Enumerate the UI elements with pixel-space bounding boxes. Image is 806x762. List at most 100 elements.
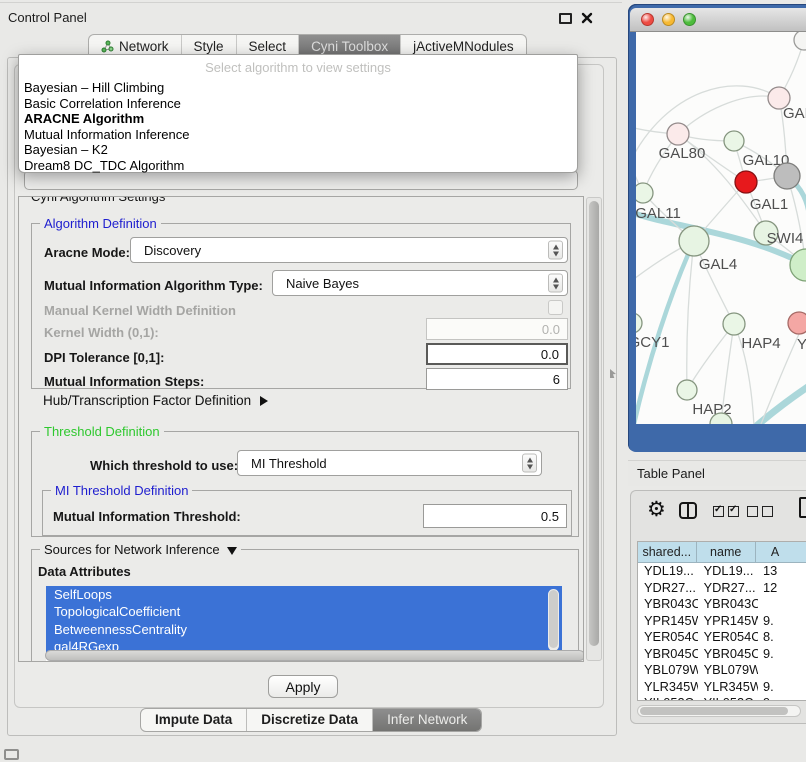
close-panel-button[interactable] xyxy=(581,11,593,23)
node-gcy1[interactable] xyxy=(636,313,642,333)
table-cell[interactable]: YIL052C xyxy=(638,695,698,701)
table-cell[interactable]: YLR345W xyxy=(638,679,698,696)
table-cell[interactable]: 9. xyxy=(758,695,806,701)
table-cell[interactable]: YPR145W xyxy=(638,613,698,630)
network-edge[interactable] xyxy=(687,324,734,390)
algorithm-option[interactable]: Mutual Information Inference xyxy=(23,127,573,143)
table-cell[interactable]: 8. xyxy=(758,629,806,646)
table-cell[interactable]: YLR345W xyxy=(698,679,758,696)
network-edge[interactable] xyxy=(636,86,779,162)
network-edge[interactable] xyxy=(678,96,779,134)
table-cell[interactable]: YER054C xyxy=(698,629,758,646)
table-row[interactable]: YDR27...YDR27...12 xyxy=(638,580,806,597)
table-row[interactable]: YPR145WYPR145W9. xyxy=(638,613,806,630)
table-cell[interactable]: YER054C xyxy=(638,629,698,646)
network-window-titlebar[interactable] xyxy=(630,8,806,32)
network-canvas[interactable]: GALGAL80GAL10GAL11GAL1GAL4SWI4GCY1HAP4YH… xyxy=(636,32,806,424)
table-cell[interactable]: YIL052C xyxy=(698,695,758,701)
minimized-panel-icon[interactable] xyxy=(4,749,19,760)
table-row[interactable]: YBR045CYBR045C9. xyxy=(638,646,806,663)
node-hap2[interactable] xyxy=(677,380,697,400)
unchecked-box-icon xyxy=(747,506,758,517)
node-gal10[interactable] xyxy=(724,131,744,151)
column-header[interactable]: name xyxy=(697,542,756,562)
table-row[interactable]: YIL052CYIL052C9. xyxy=(638,695,806,701)
manual-kernel-checkbox[interactable] xyxy=(548,300,563,315)
tab-impute-data[interactable]: Impute Data xyxy=(141,709,246,731)
table-cell[interactable]: YBR043C xyxy=(638,596,698,613)
node-gray[interactable] xyxy=(774,163,800,189)
network-edge[interactable] xyxy=(687,241,694,390)
attributes-scrollbar-thumb[interactable] xyxy=(549,590,558,648)
table-cell[interactable]: 13 xyxy=(758,563,806,580)
apply-button[interactable]: Apply xyxy=(268,675,338,698)
table-cell[interactable]: YBL079W xyxy=(698,662,758,679)
table-row[interactable]: YDL19...YDL19...13 xyxy=(638,563,806,580)
table-cell[interactable]: YBL079W xyxy=(638,662,698,679)
select-all-icon[interactable]: ✓ ✓ xyxy=(713,506,739,517)
data-attribute-item[interactable]: SelfLoops xyxy=(46,586,562,603)
data-attribute-item[interactable]: TopologicalCoefficient xyxy=(46,603,562,620)
mi-steps-field[interactable]: 6 xyxy=(426,368,568,390)
node-hap4[interactable] xyxy=(723,313,745,335)
columns-icon[interactable] xyxy=(679,502,697,519)
node-gal4[interactable] xyxy=(679,226,709,256)
table-cell[interactable] xyxy=(758,662,806,679)
table-cell[interactable]: YBR045C xyxy=(638,646,698,663)
gear-icon[interactable]: ⚙ xyxy=(647,499,666,520)
algorithm-definition-legend: Algorithm Definition xyxy=(40,216,161,231)
dpi-tolerance-field[interactable]: 0.0 xyxy=(426,343,568,365)
table-row[interactable]: YLR345WYLR345W9. xyxy=(638,679,806,696)
node-partial-top[interactable] xyxy=(794,32,806,50)
table-row[interactable]: YBR043CYBR043C xyxy=(638,596,806,613)
algorithm-option[interactable]: ARACNE Algorithm xyxy=(23,111,573,127)
table-cell[interactable]: YDR27... xyxy=(638,580,698,597)
table-cell[interactable]: YDR27... xyxy=(698,580,758,597)
algorithm-option[interactable]: Bayesian – Hill Climbing xyxy=(23,80,573,96)
table-cell[interactable]: YPR145W xyxy=(698,613,758,630)
which-threshold-select[interactable]: MI Threshold xyxy=(237,450,542,476)
kernel-width-field[interactable]: 0.0 xyxy=(426,318,568,340)
minimize-window-icon[interactable] xyxy=(662,13,675,26)
node-gal80[interactable] xyxy=(667,123,689,145)
table-row[interactable]: YBL079WYBL079W xyxy=(638,662,806,679)
table-cell[interactable] xyxy=(758,596,806,613)
table-cell[interactable]: 9. xyxy=(758,613,806,630)
node-pink-right[interactable] xyxy=(788,312,806,334)
aracne-mode-select[interactable]: Discovery xyxy=(130,237,568,263)
tab-discretize-data[interactable]: Discretize Data xyxy=(246,709,372,731)
column-header[interactable]: A xyxy=(756,542,806,562)
table-cell[interactable]: YDL19... xyxy=(638,563,698,580)
node-label: GAL11 xyxy=(636,205,681,222)
column-header[interactable]: shared... xyxy=(638,542,697,562)
close-window-icon[interactable] xyxy=(641,13,654,26)
dpi-tolerance-label: DPI Tolerance [0,1]: xyxy=(44,350,164,365)
table-cell[interactable]: 9. xyxy=(758,646,806,663)
document-icon[interactable] xyxy=(799,497,806,518)
algorithm-option[interactable]: Basic Correlation Inference xyxy=(23,96,573,112)
deselect-all-icon[interactable] xyxy=(747,506,773,517)
tab-infer-network[interactable]: Infer Network xyxy=(372,709,481,731)
network-edge[interactable] xyxy=(754,384,806,424)
node-red-selected[interactable] xyxy=(735,171,757,193)
cyni-settings-legend: Cyni Algorithm Settings xyxy=(27,196,169,204)
table-hscrollbar-thumb[interactable] xyxy=(640,707,788,715)
algorithm-option[interactable]: Dream8 DC_TDC Algorithm xyxy=(23,158,573,174)
table-cell[interactable]: YBR045C xyxy=(698,646,758,663)
settings-vscrollbar-thumb[interactable] xyxy=(589,201,599,646)
algorithm-option[interactable]: Bayesian – K2 xyxy=(23,142,573,158)
hub-definition-toggle[interactable]: Hub/Transcription Factor Definition xyxy=(43,393,268,408)
table-row[interactable]: YER054CYER054C8. xyxy=(638,629,806,646)
data-attribute-item[interactable]: BetweennessCentrality xyxy=(46,621,562,638)
node-gal11[interactable] xyxy=(636,183,653,203)
mi-threshold-field[interactable]: 0.5 xyxy=(423,504,567,528)
float-panel-button[interactable] xyxy=(559,13,572,24)
table-cell[interactable]: YBR043C xyxy=(698,596,758,613)
zoom-window-icon[interactable] xyxy=(683,13,696,26)
settings-hscrollbar-thumb[interactable] xyxy=(45,650,584,661)
sources-legend[interactable]: Sources for Network Inference xyxy=(40,542,241,557)
table-cell[interactable]: YDL19... xyxy=(698,563,758,580)
mi-type-select[interactable]: Naive Bayes xyxy=(272,270,568,296)
table-cell[interactable]: 9. xyxy=(758,679,806,696)
table-cell[interactable]: 12 xyxy=(758,580,806,597)
